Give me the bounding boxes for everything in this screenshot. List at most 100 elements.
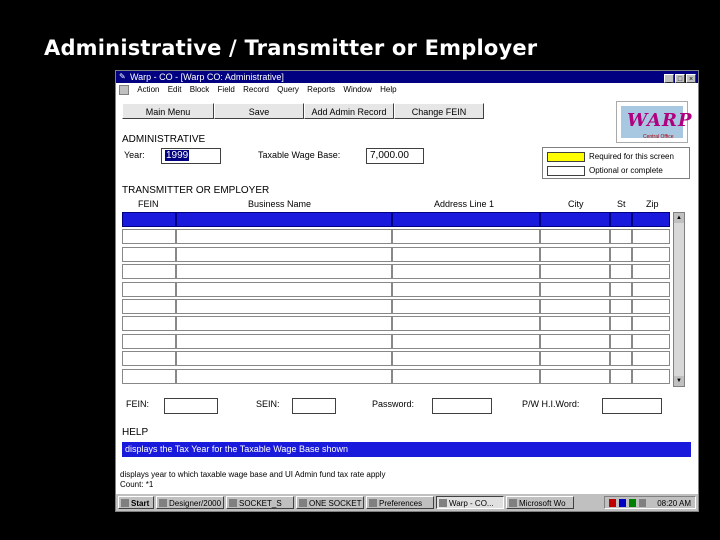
menu-record[interactable]: Record <box>243 85 269 94</box>
cell-address-line-1[interactable] <box>392 229 540 244</box>
cell-fein[interactable] <box>122 299 176 314</box>
cell-city[interactable] <box>540 264 610 279</box>
cell-st[interactable] <box>610 299 632 314</box>
cell-address-line-1[interactable] <box>392 247 540 262</box>
cell-fein[interactable] <box>122 334 176 349</box>
cell-fein[interactable] <box>122 229 176 244</box>
cell-fein[interactable] <box>122 247 176 262</box>
task-one-socket[interactable]: ONE SOCKET <box>296 496 364 509</box>
cell-business-name[interactable] <box>176 369 392 384</box>
cell-address-line-1[interactable] <box>392 264 540 279</box>
cell-zip[interactable] <box>632 212 670 227</box>
cell-zip[interactable] <box>632 264 670 279</box>
cell-address-line-1[interactable] <box>392 369 540 384</box>
cell-city[interactable] <box>540 299 610 314</box>
cell-st[interactable] <box>610 264 632 279</box>
cell-business-name[interactable] <box>176 264 392 279</box>
cell-business-name[interactable] <box>176 212 392 227</box>
taxable-wage-base-field[interactable]: 7,000.00 <box>366 148 424 164</box>
cell-zip[interactable] <box>632 247 670 262</box>
cell-st[interactable] <box>610 229 632 244</box>
cell-fein[interactable] <box>122 212 176 227</box>
cell-city[interactable] <box>540 247 610 262</box>
cell-st[interactable] <box>610 334 632 349</box>
cell-business-name[interactable] <box>176 334 392 349</box>
cell-business-name[interactable] <box>176 351 392 366</box>
cell-zip[interactable] <box>632 282 670 297</box>
window-titlebar[interactable]: ✎ Warp - CO - [Warp CO: Administrative] … <box>116 71 698 83</box>
cell-address-line-1[interactable] <box>392 212 540 227</box>
cell-business-name[interactable] <box>176 299 392 314</box>
scroll-up-icon[interactable]: ▲ <box>674 213 684 223</box>
main-menu-button[interactable]: Main Menu <box>122 103 214 119</box>
cell-city[interactable] <box>540 334 610 349</box>
cell-fein[interactable] <box>122 264 176 279</box>
cell-address-line-1[interactable] <box>392 282 540 297</box>
change-fein-button[interactable]: Change FEIN <box>394 103 484 119</box>
cell-address-line-1[interactable] <box>392 316 540 331</box>
cell-city[interactable] <box>540 282 610 297</box>
cell-business-name[interactable] <box>176 282 392 297</box>
start-button[interactable]: Start <box>118 496 154 509</box>
grid-scrollbar[interactable]: ▲ ▼ <box>673 212 685 387</box>
save-button[interactable]: Save <box>214 103 304 119</box>
tray-icon[interactable] <box>619 499 626 507</box>
year-field[interactable]: 1999 <box>161 148 221 164</box>
password-field[interactable] <box>432 398 492 414</box>
speaker-icon[interactable] <box>639 499 646 507</box>
cell-st[interactable] <box>610 351 632 366</box>
menu-reports[interactable]: Reports <box>307 85 335 94</box>
cell-zip[interactable] <box>632 229 670 244</box>
task-label: SOCKET_S <box>239 499 282 508</box>
menu-query[interactable]: Query <box>277 85 299 94</box>
tray-icon[interactable] <box>609 499 616 507</box>
cell-business-name[interactable] <box>176 229 392 244</box>
cell-zip[interactable] <box>632 316 670 331</box>
cell-fein[interactable] <box>122 369 176 384</box>
cell-city[interactable] <box>540 212 610 227</box>
cell-city[interactable] <box>540 316 610 331</box>
tray-icon[interactable] <box>629 499 636 507</box>
cell-business-name[interactable] <box>176 247 392 262</box>
menu-block[interactable]: Block <box>190 85 210 94</box>
cell-fein[interactable] <box>122 351 176 366</box>
windows-taskbar: Start Designer/2000 SOCKET_S ONE SOCKET … <box>116 493 698 511</box>
maximize-button[interactable]: □ <box>675 74 685 83</box>
cell-fein[interactable] <box>122 282 176 297</box>
add-admin-record-button[interactable]: Add Admin Record <box>304 103 394 119</box>
cell-business-name[interactable] <box>176 316 392 331</box>
cell-st[interactable] <box>610 316 632 331</box>
cell-address-line-1[interactable] <box>392 334 540 349</box>
task-designer[interactable]: Designer/2000 <box>156 496 224 509</box>
cell-zip[interactable] <box>632 351 670 366</box>
task-preferences[interactable]: Preferences <box>366 496 434 509</box>
cell-address-line-1[interactable] <box>392 351 540 366</box>
socket-icon <box>229 499 237 507</box>
cell-st[interactable] <box>610 247 632 262</box>
cell-st[interactable] <box>610 369 632 384</box>
close-button[interactable]: × <box>686 74 696 83</box>
cell-city[interactable] <box>540 351 610 366</box>
cell-st[interactable] <box>610 282 632 297</box>
task-warp-co[interactable]: Warp - CO... <box>436 496 504 509</box>
cell-st[interactable] <box>610 212 632 227</box>
fein-search-field[interactable] <box>164 398 218 414</box>
menu-window[interactable]: Window <box>343 85 371 94</box>
cell-city[interactable] <box>540 369 610 384</box>
task-socket-s[interactable]: SOCKET_S <box>226 496 294 509</box>
cell-fein[interactable] <box>122 316 176 331</box>
minimize-button[interactable]: _ <box>664 74 674 83</box>
cell-city[interactable] <box>540 229 610 244</box>
scroll-down-icon[interactable]: ▼ <box>674 376 684 386</box>
menu-edit[interactable]: Edit <box>168 85 182 94</box>
menu-field[interactable]: Field <box>218 85 235 94</box>
sein-search-field[interactable] <box>292 398 336 414</box>
pwh-field[interactable] <box>602 398 662 414</box>
menu-help[interactable]: Help <box>380 85 396 94</box>
task-microsoft-word[interactable]: Microsoft Wo <box>506 496 574 509</box>
cell-zip[interactable] <box>632 369 670 384</box>
cell-zip[interactable] <box>632 299 670 314</box>
cell-zip[interactable] <box>632 334 670 349</box>
cell-address-line-1[interactable] <box>392 299 540 314</box>
menu-action[interactable]: Action <box>137 85 159 94</box>
